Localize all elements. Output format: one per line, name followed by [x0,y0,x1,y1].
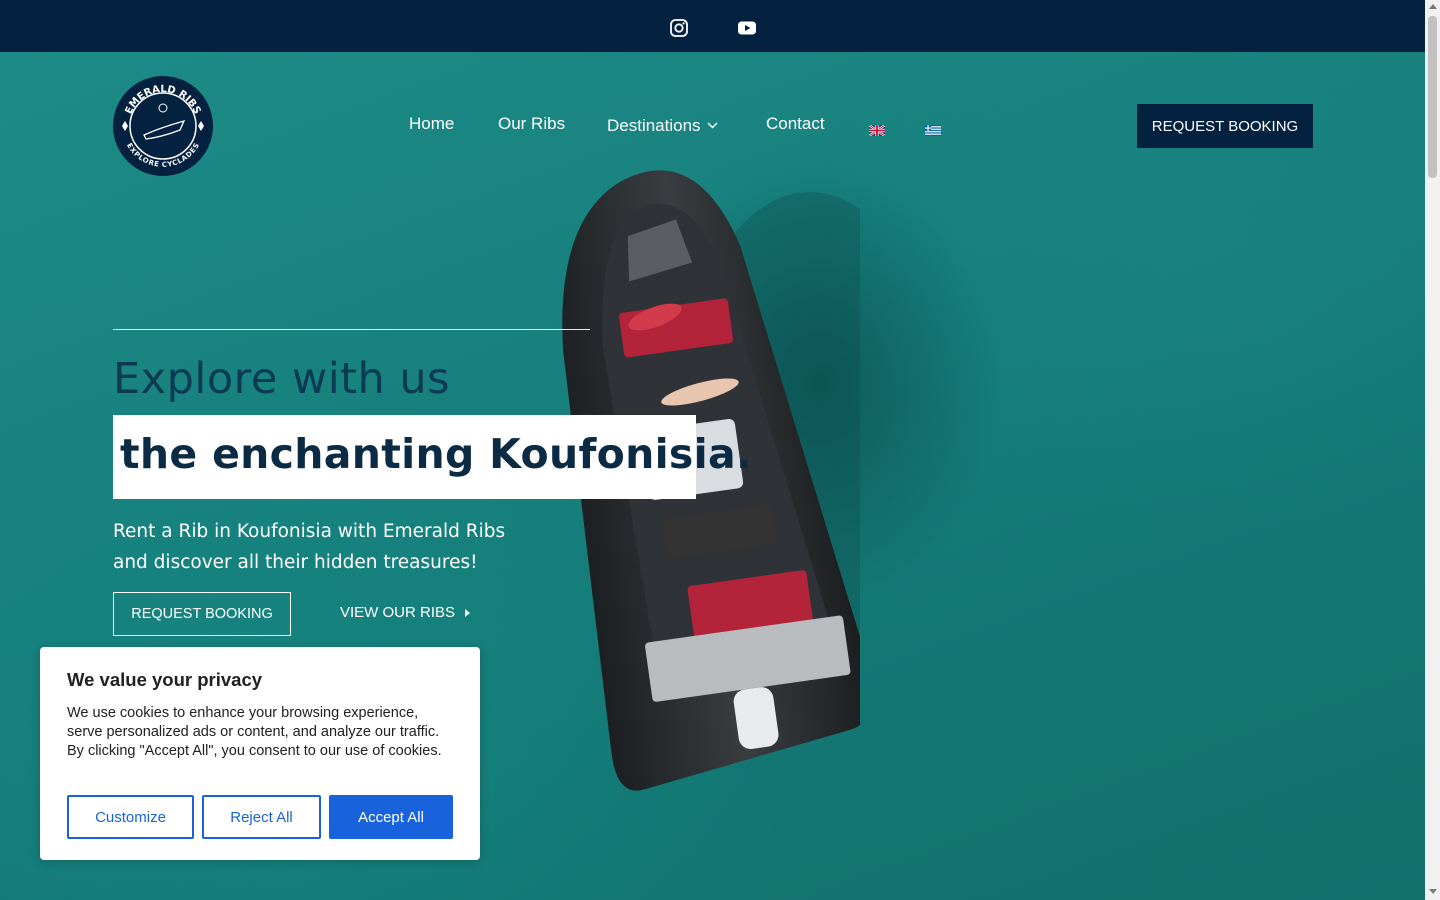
cookie-text: We use cookies to enhance your browsing … [67,705,442,759]
cookie-customize-button[interactable]: Customize [67,795,194,839]
cookie-accept-button[interactable]: Accept All [329,795,453,839]
nav-contact[interactable]: Contact [766,114,825,138]
greek-flag-icon[interactable] [925,121,941,136]
hero-title-line2: the enchanting Koufonisia. [120,430,752,478]
youtube-icon[interactable] [737,18,757,38]
chevron-down-icon [707,114,718,134]
top-social-bar [0,0,1425,52]
page-scrollbar[interactable] [1425,0,1440,900]
hero-subtitle-line1: Rent a Rib in Koufonisia with Emerald Ri… [113,521,506,542]
nav-home[interactable]: Home [409,114,454,138]
scroll-down-arrow-icon[interactable] [1429,889,1437,894]
nav-our-ribs[interactable]: Our Ribs [498,114,565,138]
view-our-ribs-link[interactable]: VIEW OUR RIBS [340,604,471,621]
cookie-title: We value your privacy [67,669,263,690]
nav-destinations-label: Destinations [607,116,701,135]
instagram-icon[interactable] [669,18,689,38]
hero-divider [113,329,590,330]
caret-right-icon [465,608,471,617]
scrollbar-thumb[interactable] [1428,16,1437,178]
hero-subtitle: Rent a Rib in Koufonisia with Emerald Ri… [113,516,573,578]
nav-destinations[interactable]: Destinations [607,114,718,138]
header-request-booking-button[interactable]: REQUEST BOOKING [1137,104,1313,148]
scroll-up-arrow-icon[interactable] [1429,4,1437,9]
hero-request-booking-button[interactable]: REQUEST BOOKING [113,592,291,636]
hero-subtitle-line2: and discover all their hidden treasures! [113,552,478,573]
view-our-ribs-label: VIEW OUR RIBS [340,604,456,621]
cookie-consent-banner: We value your privacy We use cookies to … [40,647,480,860]
uk-flag-icon[interactable] [868,121,886,137]
emerald-ribs-logo[interactable]: EMERALD RIBS EXPLORE CYCLADES [112,75,214,177]
hero-title-line1: Explore with us [113,354,451,404]
cookie-reject-button[interactable]: Reject All [202,795,321,839]
